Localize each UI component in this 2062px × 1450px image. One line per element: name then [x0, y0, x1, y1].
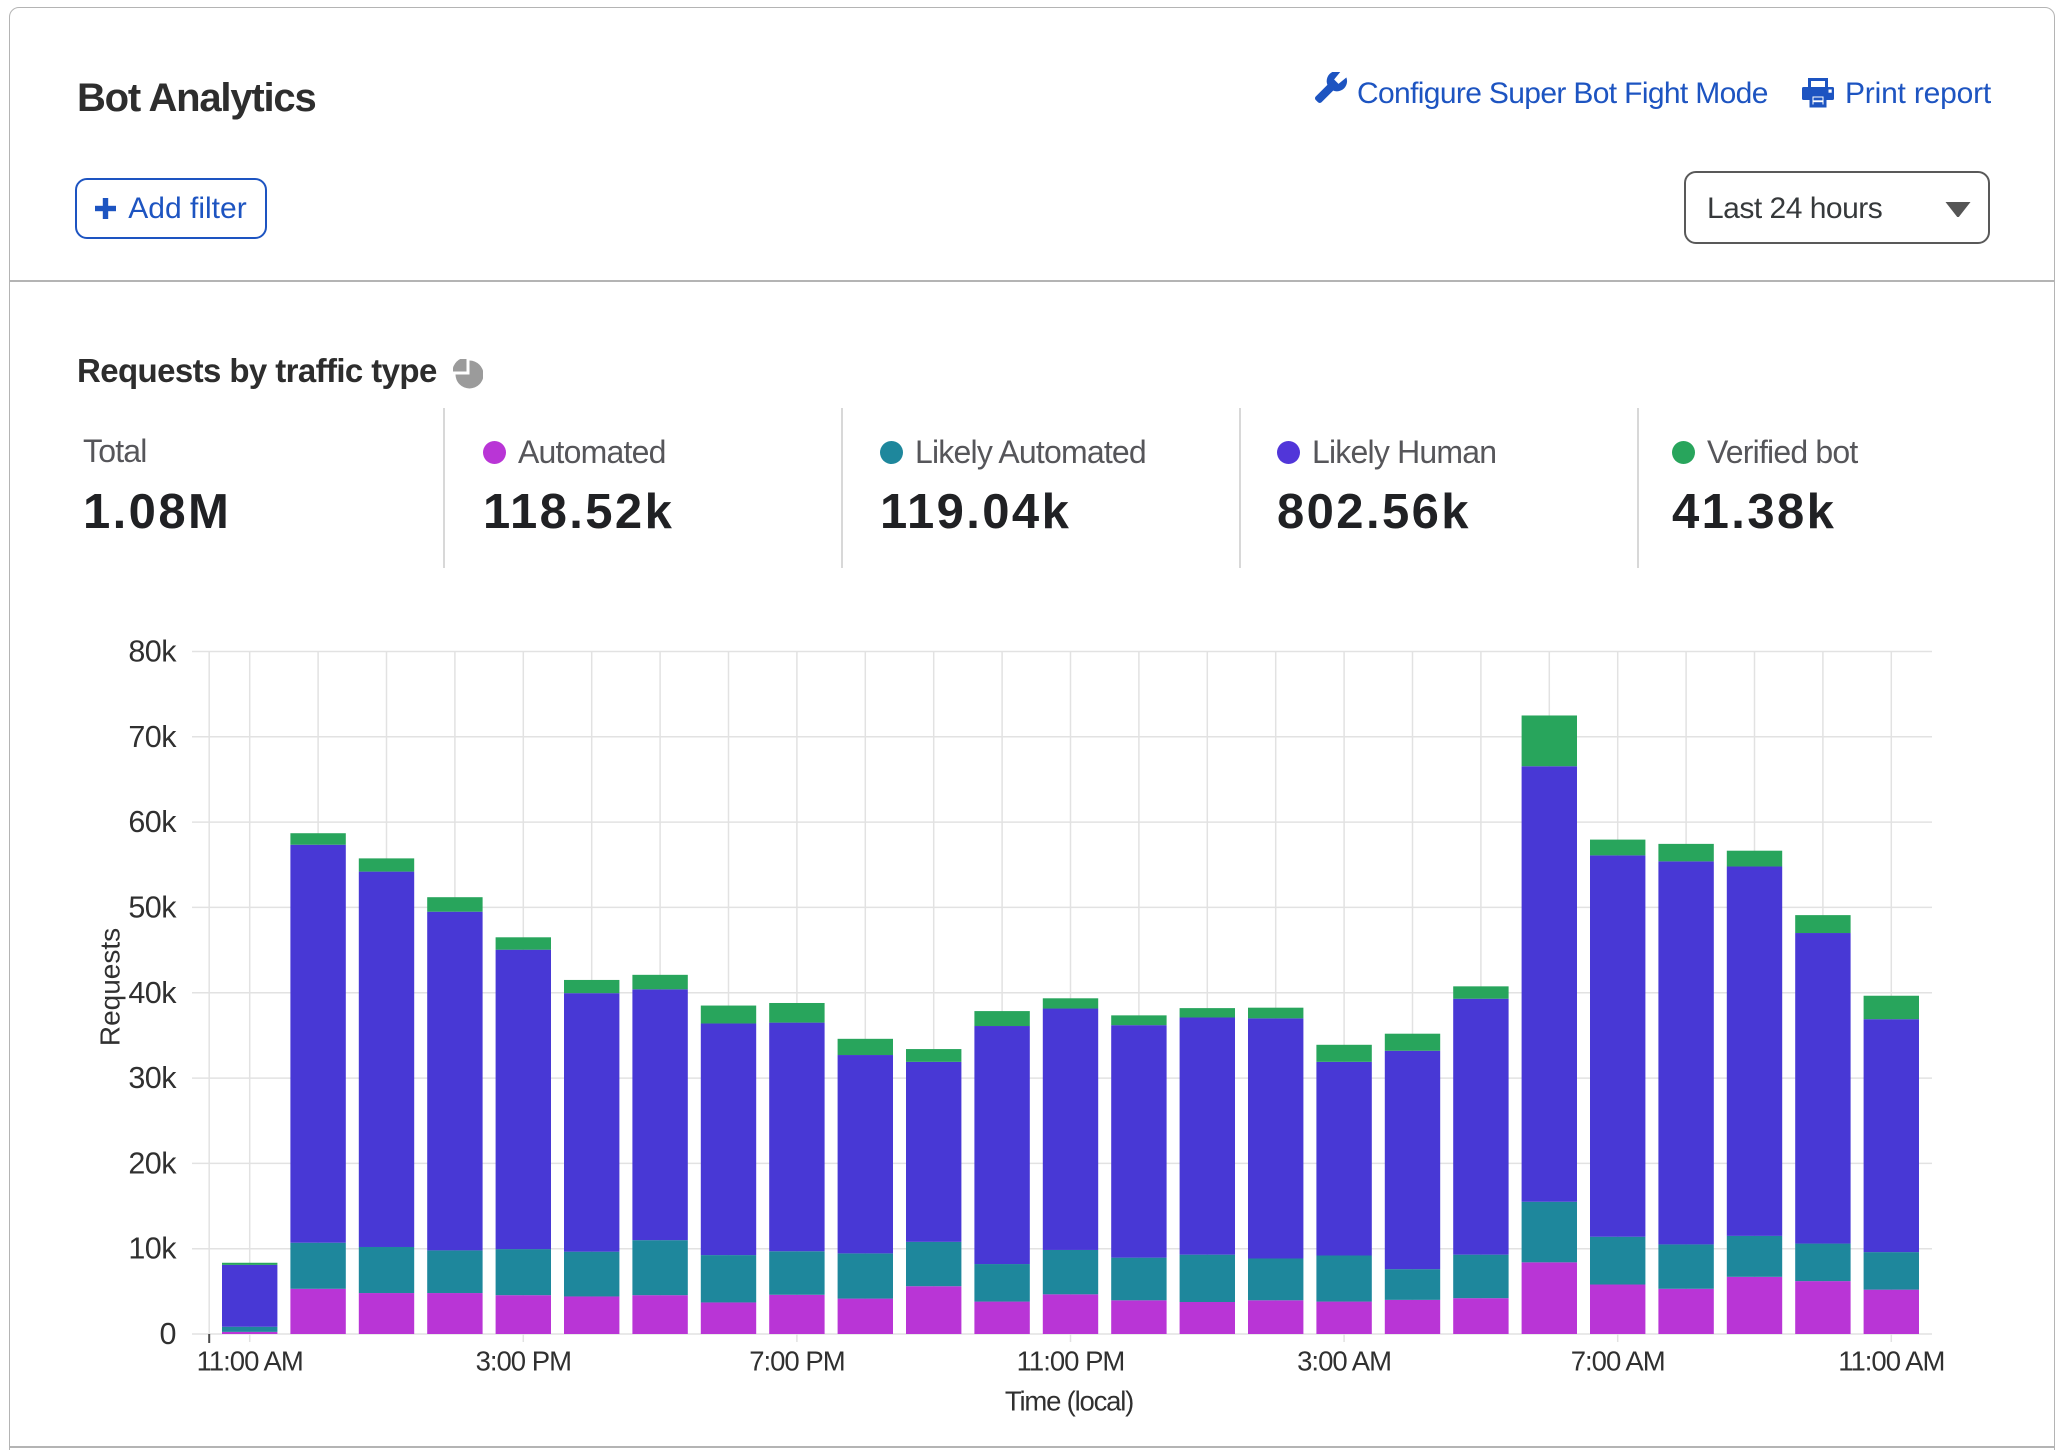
svg-text:Time (local): Time (local) — [1005, 1386, 1133, 1417]
svg-text:11:00 PM: 11:00 PM — [1017, 1346, 1125, 1377]
svg-text:40k: 40k — [128, 976, 177, 1010]
svg-text:50k: 50k — [128, 890, 177, 924]
svg-text:80k: 80k — [128, 635, 177, 669]
svg-text:11:00 AM: 11:00 AM — [1838, 1346, 1944, 1377]
svg-text:3:00 PM: 3:00 PM — [476, 1346, 571, 1377]
svg-text:7:00 AM: 7:00 AM — [1571, 1346, 1665, 1377]
svg-text:3:00 AM: 3:00 AM — [1297, 1346, 1391, 1377]
svg-text:60k: 60k — [128, 805, 177, 839]
svg-text:70k: 70k — [128, 720, 177, 754]
svg-text:Requests: Requests — [95, 928, 126, 1046]
svg-text:30k: 30k — [128, 1061, 177, 1095]
svg-text:7:00 PM: 7:00 PM — [749, 1346, 844, 1377]
svg-text:20k: 20k — [128, 1146, 177, 1180]
svg-text:11:00 AM: 11:00 AM — [197, 1346, 303, 1377]
svg-text:0: 0 — [160, 1317, 176, 1351]
svg-text:10k: 10k — [128, 1232, 177, 1266]
